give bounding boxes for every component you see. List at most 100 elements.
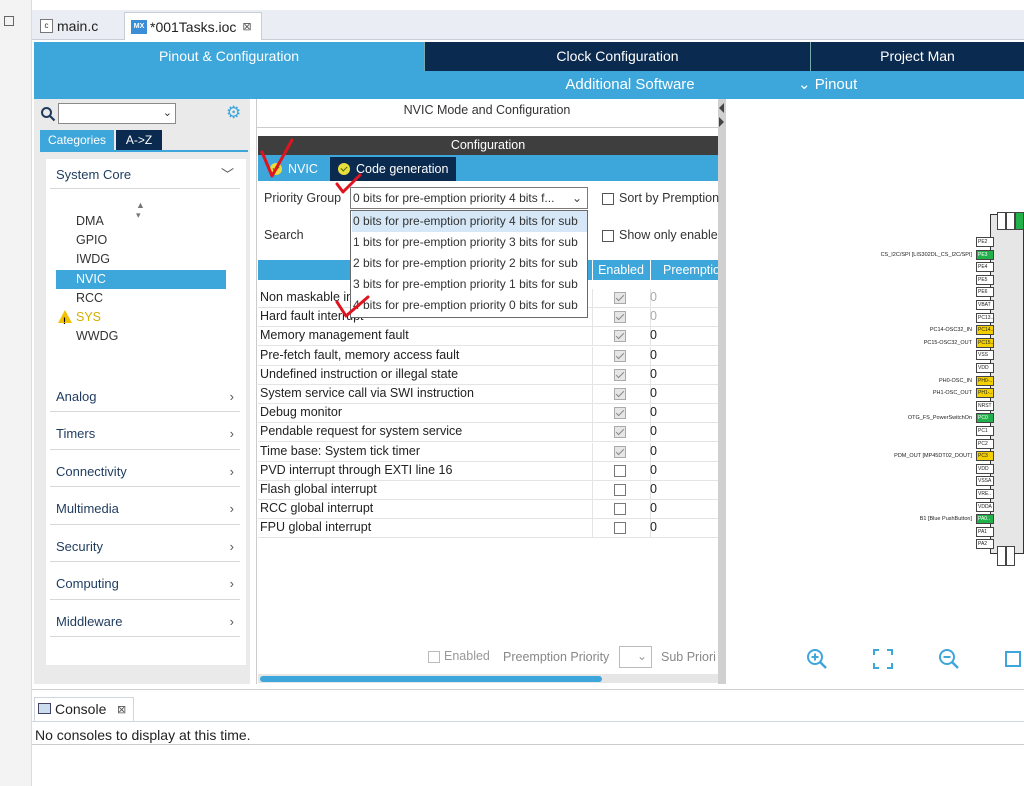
table-row[interactable]: PVD interrupt through EXTI line 16 0 xyxy=(258,461,718,481)
dropdown-option[interactable]: 3 bits for pre-emption priority 1 bits f… xyxy=(352,274,587,295)
preemption-priority-value[interactable]: 0 xyxy=(650,501,657,515)
gear-icon[interactable]: ⚙ xyxy=(226,104,244,122)
chip-pin[interactable]: VDD xyxy=(976,363,994,373)
sidebar-item-rcc[interactable]: RCC xyxy=(56,289,226,308)
tab-clock-configuration[interactable]: Clock Configuration xyxy=(424,42,810,71)
sidebar-item-iwdg[interactable]: IWDG xyxy=(56,250,226,269)
tab-nvic[interactable]: NVIC xyxy=(262,157,326,181)
export-icon[interactable] xyxy=(1004,648,1024,670)
category-search-combo[interactable]: ⌄ xyxy=(58,103,176,124)
restore-icon[interactable] xyxy=(4,16,14,26)
table-row[interactable]: Pendable request for system service 0 xyxy=(258,423,718,443)
collapse-left-icon[interactable] xyxy=(719,103,724,113)
tab-categories[interactable]: Categories xyxy=(40,130,114,150)
category-system-core[interactable]: System Core ﹀ xyxy=(56,164,236,186)
zoom-in-icon[interactable] xyxy=(806,648,828,670)
tab-a-z[interactable]: A->Z xyxy=(116,130,162,150)
additional-software-menu[interactable]: Additional Software xyxy=(540,71,720,99)
chip-pin[interactable]: PE4 xyxy=(976,262,994,273)
pinout-menu[interactable]: ⌄ Pinout xyxy=(798,71,898,99)
preemption-priority-value[interactable]: 0 xyxy=(650,482,657,496)
table-row[interactable]: Flash global interrupt 0 xyxy=(258,481,718,500)
close-icon[interactable]: ⊠ xyxy=(242,20,251,33)
enabled-checkbox[interactable] xyxy=(614,388,626,400)
enabled-checkbox[interactable] xyxy=(614,330,626,343)
chip-pin[interactable]: VRE.. xyxy=(976,489,994,499)
sidebar-item-wwdg[interactable]: WWDG xyxy=(56,327,226,346)
priority-group-select[interactable]: 0 bits for pre-emption priority 4 bits f… xyxy=(350,187,588,209)
chip-pin[interactable]: PC14.. xyxy=(976,325,994,336)
chip-pin[interactable]: PC3 xyxy=(976,451,994,462)
table-row[interactable]: System service call via SWI instruction 0 xyxy=(258,385,718,404)
category-computing[interactable]: Computing › xyxy=(56,573,236,595)
category-analog[interactable]: Analog › xyxy=(56,386,236,408)
chip-pin[interactable]: VSS xyxy=(976,350,994,361)
tab-code-generation[interactable]: Code generation xyxy=(330,157,456,181)
table-row[interactable]: Undefined instruction or illegal state 0 xyxy=(258,365,718,385)
table-row[interactable]: Pre-fetch fault, memory access fault 0 xyxy=(258,346,718,366)
enabled-checkbox[interactable] xyxy=(614,464,626,477)
chip-pin[interactable] xyxy=(1006,546,1015,566)
chip-pin[interactable]: PC1 xyxy=(976,426,994,436)
chip-pin[interactable]: VSSA xyxy=(976,476,994,487)
column-header-preemption[interactable]: Preemptio xyxy=(650,260,718,280)
enabled-checkbox[interactable] xyxy=(614,407,626,420)
dropdown-option[interactable]: 4 bits for pre-emption priority 0 bits f… xyxy=(352,295,587,316)
chip-pin[interactable]: PC0 xyxy=(976,413,994,424)
category-middleware[interactable]: Middleware › xyxy=(56,611,236,633)
preemption-priority-value[interactable]: 0 xyxy=(650,309,657,323)
sort-by-preemption-checkbox[interactable] xyxy=(602,193,614,205)
enabled-checkbox[interactable] xyxy=(428,651,440,663)
enabled-checkbox[interactable] xyxy=(614,426,626,439)
chip-pin[interactable]: PE3 xyxy=(976,249,994,260)
tab-ioc-file[interactable]: MX *001Tasks.ioc ⊠ xyxy=(124,12,262,40)
panel-splitter[interactable] xyxy=(718,99,726,684)
collapse-right-icon[interactable] xyxy=(719,117,724,127)
dropdown-option[interactable]: 0 bits for pre-emption priority 4 bits f… xyxy=(352,211,587,232)
chip-pin[interactable]: VDDA xyxy=(976,501,994,512)
chip-pin[interactable]: VDD xyxy=(976,463,994,474)
sidebar-item-sys[interactable]: SYS xyxy=(56,308,226,331)
scrollbar-thumb[interactable] xyxy=(260,676,602,682)
table-row[interactable]: Time base: System tick timer 0 xyxy=(258,442,718,462)
table-row[interactable]: FPU global interrupt 0 xyxy=(258,519,718,539)
preemption-priority-value[interactable]: 0 xyxy=(650,424,657,438)
preemption-priority-value[interactable]: 0 xyxy=(650,444,657,458)
table-row[interactable]: Debug monitor 0 xyxy=(258,404,718,424)
dropdown-option[interactable]: 1 bits for pre-emption priority 3 bits f… xyxy=(352,232,587,253)
enabled-checkbox[interactable] xyxy=(614,503,626,516)
chip-pin[interactable]: PA1 xyxy=(976,526,994,537)
show-only-enabled-checkbox[interactable] xyxy=(602,230,614,242)
tab-pinout-configuration[interactable]: Pinout & Configuration xyxy=(34,42,424,71)
sidebar-item-gpio[interactable]: GPIO xyxy=(56,231,226,250)
chip-pin[interactable]: VBAT xyxy=(976,300,994,310)
chip-pin[interactable]: NRST xyxy=(976,400,994,411)
table-row[interactable]: Memory management fault 0 xyxy=(258,327,718,347)
enabled-checkbox[interactable] xyxy=(614,311,626,324)
category-connectivity[interactable]: Connectivity › xyxy=(56,461,236,483)
chip-pin[interactable]: PH0-.. xyxy=(976,375,994,386)
chip-pin[interactable] xyxy=(1015,212,1024,230)
enabled-checkbox[interactable] xyxy=(614,292,626,304)
enabled-checkbox[interactable] xyxy=(614,484,626,496)
preemption-priority-value[interactable]: 0 xyxy=(650,463,657,477)
chip-pin[interactable]: PA2 xyxy=(976,539,994,550)
chip-pin[interactable]: PE5 xyxy=(976,274,994,285)
preemption-priority-value[interactable]: 0 xyxy=(650,290,657,304)
category-multimedia[interactable]: Multimedia › xyxy=(56,498,236,520)
category-timers[interactable]: Timers › xyxy=(56,423,236,445)
enabled-checkbox[interactable] xyxy=(614,349,626,362)
preemption-priority-value[interactable]: 0 xyxy=(650,386,657,400)
column-header-enabled[interactable]: Enabled xyxy=(592,260,649,280)
preemption-priority-value[interactable]: 0 xyxy=(650,348,657,362)
preemption-priority-value[interactable]: 0 xyxy=(650,328,657,342)
zoom-out-icon[interactable] xyxy=(938,648,960,670)
table-row[interactable]: RCC global interrupt 0 xyxy=(258,500,718,520)
category-security[interactable]: Security › xyxy=(56,536,236,558)
chip-pin[interactable]: PA0.. xyxy=(976,514,994,525)
close-icon[interactable]: ⊠ xyxy=(117,703,126,716)
preemption-priority-value[interactable]: 0 xyxy=(650,367,657,381)
preemption-priority-value[interactable]: 0 xyxy=(650,520,657,534)
preemption-priority-select[interactable]: ⌄ xyxy=(619,646,652,668)
enabled-checkbox[interactable] xyxy=(614,522,626,535)
